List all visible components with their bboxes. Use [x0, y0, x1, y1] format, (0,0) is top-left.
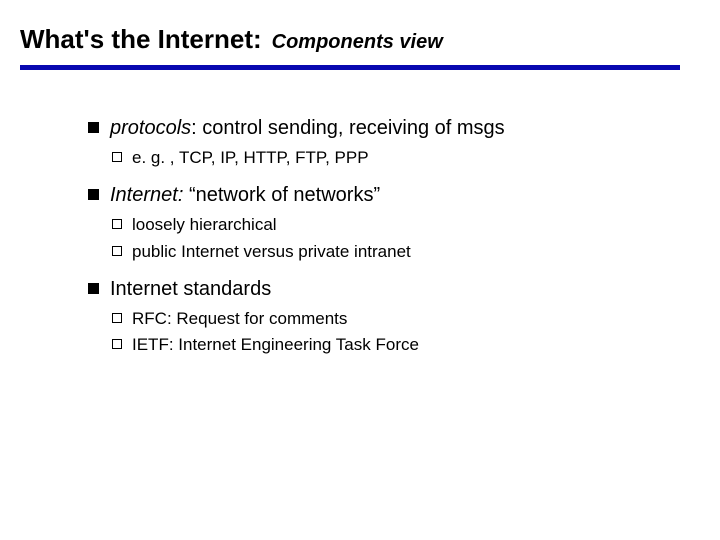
bullet-1-rest: : control sending, receiving of msgs	[191, 117, 505, 139]
title-row: What's the Internet: Components view	[20, 24, 700, 55]
sub-bullet: loosely hierarchical	[112, 212, 700, 238]
title-main: What's the Internet:	[20, 24, 262, 55]
bullet-1: protocols: control sending, receiving of…	[88, 114, 700, 143]
bullet-3-subs: RFC: Request for comments IETF: Internet…	[112, 306, 700, 359]
sub-bullet: RFC: Request for comments	[112, 306, 700, 332]
bullet-2-subs: loosely hierarchical public Internet ver…	[112, 212, 700, 265]
title-sub: Components view	[272, 31, 443, 54]
sub-bullet: e. g. , TCP, IP, HTTP, FTP, PPP	[112, 145, 700, 171]
sub-bullet: IETF: Internet Engineering Task Force	[112, 332, 700, 358]
bullet-1-lead: protocols	[110, 117, 191, 139]
slide: What's the Internet: Components view pro…	[0, 0, 720, 359]
bullet-2: Internet: “network of networks”	[88, 181, 700, 210]
content: protocols: control sending, receiving of…	[88, 114, 700, 359]
bullet-2-rest: “network of networks”	[183, 184, 380, 206]
sub-bullet: public Internet versus private intranet	[112, 239, 700, 265]
bullet-2-lead: Internet:	[110, 184, 183, 206]
bullet-1-subs: e. g. , TCP, IP, HTTP, FTP, PPP	[112, 145, 700, 171]
bullet-3: Internet standards	[88, 275, 700, 304]
bullet-3-rest: Internet standards	[110, 278, 271, 300]
title-rule	[20, 65, 680, 70]
